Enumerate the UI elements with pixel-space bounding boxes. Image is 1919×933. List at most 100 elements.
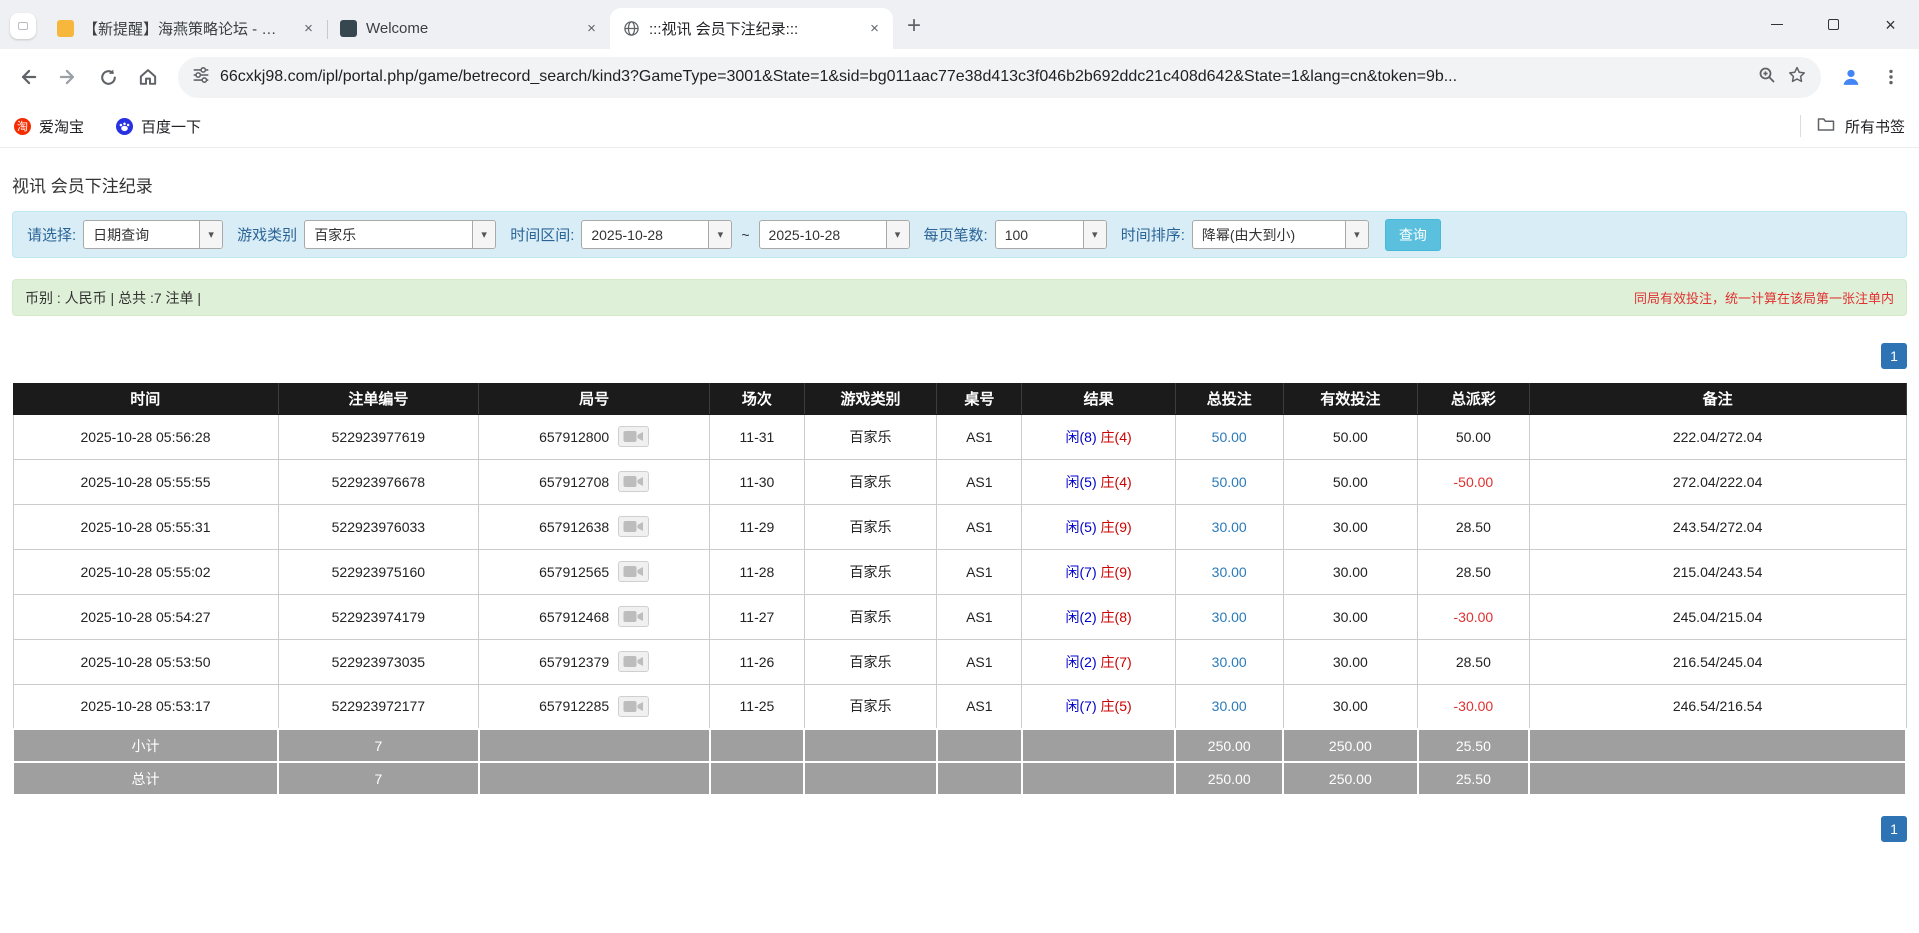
all-bookmarks[interactable]: 所有书签 bbox=[1800, 114, 1905, 138]
bookmark-baidu[interactable]: 百度一下 bbox=[116, 116, 201, 137]
cell-table-number: AS1 bbox=[937, 459, 1022, 504]
empty-cell bbox=[937, 762, 1022, 795]
sort-select[interactable]: 降幂(由大到小) ▾ bbox=[1192, 220, 1369, 249]
home-button[interactable] bbox=[130, 59, 166, 95]
column-header: 有效投注 bbox=[1283, 383, 1417, 414]
cell-remark: 243.54/272.04 bbox=[1529, 504, 1906, 549]
video-replay-icon[interactable] bbox=[618, 516, 649, 537]
video-replay-icon[interactable] bbox=[618, 651, 649, 672]
cell-time: 2025-10-28 05:54:27 bbox=[13, 594, 278, 639]
total-bet-link[interactable]: 30.00 bbox=[1212, 609, 1247, 625]
reload-button[interactable] bbox=[90, 59, 126, 95]
tab-welcome[interactable]: Welcome × bbox=[327, 8, 610, 49]
page-number-button[interactable]: 1 bbox=[1881, 343, 1907, 369]
date-to-select[interactable]: 2025-10-28 ▾ bbox=[759, 220, 910, 249]
total-bet-link[interactable]: 30.00 bbox=[1212, 564, 1247, 580]
cell-result: 闲(5) 庄(9) bbox=[1022, 504, 1175, 549]
new-tab-button[interactable]: + bbox=[897, 9, 931, 43]
cell-remark: 246.54/216.54 bbox=[1529, 684, 1906, 729]
empty-cell bbox=[1529, 762, 1906, 795]
tab-search-button[interactable] bbox=[10, 13, 36, 39]
cell-session: 11-27 bbox=[710, 594, 805, 639]
game-type-select[interactable]: 百家乐 ▾ bbox=[304, 220, 496, 249]
browser-window: 【新提醒】海燕策略论坛 - 综合 × Welcome × :::视讯 会员下注纪… bbox=[0, 0, 1919, 148]
chevron-down-icon[interactable]: ▾ bbox=[886, 221, 909, 248]
tab-bet-records[interactable]: :::视讯 会员下注纪录::: × bbox=[610, 8, 893, 49]
bookmark-aitaobao[interactable]: 淘 爱淘宝 bbox=[14, 116, 84, 137]
tab-forum[interactable]: 【新提醒】海燕策略论坛 - 综合 × bbox=[44, 8, 327, 49]
welcome-favicon-icon bbox=[340, 20, 357, 37]
cell-time: 2025-10-28 05:55:55 bbox=[13, 459, 278, 504]
cell-total-bet: 50.00 bbox=[1175, 414, 1283, 459]
total-bet-link[interactable]: 50.00 bbox=[1212, 429, 1247, 445]
cell-time: 2025-10-28 05:55:31 bbox=[13, 504, 278, 549]
chevron-down-icon[interactable]: ▾ bbox=[1083, 221, 1106, 248]
cell-valid-bet: 50.00 bbox=[1283, 459, 1417, 504]
table-row: 2025-10-28 05:55:31 522923976033 6579126… bbox=[13, 504, 1906, 549]
bookmark-star-icon[interactable] bbox=[1787, 65, 1807, 90]
taobao-icon: 淘 bbox=[14, 118, 31, 135]
result-player: 闲(7) bbox=[1066, 564, 1097, 580]
column-header: 备注 bbox=[1529, 383, 1906, 414]
menu-icon[interactable] bbox=[1873, 59, 1909, 95]
cell-time: 2025-10-28 05:53:50 bbox=[13, 639, 278, 684]
column-header: 注单编号 bbox=[278, 383, 479, 414]
video-replay-icon[interactable] bbox=[618, 471, 649, 492]
empty-cell bbox=[479, 729, 710, 762]
empty-cell bbox=[710, 762, 805, 795]
video-replay-icon[interactable] bbox=[618, 426, 649, 447]
cell-bet-number: 522923977619 bbox=[278, 414, 479, 459]
currency-summary: 币别 : 人民币 | 总共 :7 注单 | bbox=[25, 288, 201, 308]
total-bet-link[interactable]: 30.00 bbox=[1212, 519, 1247, 535]
video-replay-icon[interactable] bbox=[618, 606, 649, 627]
back-button[interactable] bbox=[10, 59, 46, 95]
per-page-select[interactable]: 100 ▾ bbox=[995, 220, 1107, 249]
date-from-select[interactable]: 2025-10-28 ▾ bbox=[581, 220, 732, 249]
cell-total-bet: 50.00 bbox=[1175, 459, 1283, 504]
cell-round-number: 657912800 bbox=[479, 414, 710, 459]
date-to-value: 2025-10-28 bbox=[760, 221, 886, 248]
video-replay-icon[interactable] bbox=[618, 696, 649, 717]
cell-session: 11-31 bbox=[710, 414, 805, 459]
url-text[interactable]: 66cxkj98.com/ipl/portal.php/game/betreco… bbox=[220, 68, 1747, 86]
tab-close-icon[interactable]: × bbox=[864, 18, 885, 39]
tab-close-icon[interactable]: × bbox=[298, 18, 319, 39]
cell-payout: 28.50 bbox=[1418, 504, 1530, 549]
cell-table-number: AS1 bbox=[937, 549, 1022, 594]
chevron-down-icon[interactable]: ▾ bbox=[472, 221, 495, 248]
forward-button[interactable] bbox=[50, 59, 86, 95]
chevron-down-icon[interactable]: ▾ bbox=[1345, 221, 1368, 248]
address-bar[interactable]: 66cxkj98.com/ipl/portal.php/game/betreco… bbox=[178, 57, 1821, 98]
cell-session: 11-30 bbox=[710, 459, 805, 504]
total-bet-link[interactable]: 30.00 bbox=[1212, 698, 1247, 714]
window-controls: × bbox=[1748, 0, 1919, 49]
total-bet-link[interactable]: 50.00 bbox=[1212, 474, 1247, 490]
page-number-button[interactable]: 1 bbox=[1881, 816, 1907, 842]
cell-table-number: AS1 bbox=[937, 504, 1022, 549]
cell-bet-number: 522923975160 bbox=[278, 549, 479, 594]
cell-bet-number: 522923972177 bbox=[278, 684, 479, 729]
close-button[interactable]: × bbox=[1862, 0, 1919, 49]
game-type-value: 百家乐 bbox=[305, 221, 472, 248]
result-player: 闲(2) bbox=[1066, 654, 1097, 670]
profile-icon[interactable] bbox=[1833, 59, 1869, 95]
chevron-down-icon[interactable]: ▾ bbox=[708, 221, 731, 248]
total-bet-link[interactable]: 30.00 bbox=[1212, 654, 1247, 670]
cell-result: 闲(2) 庄(7) bbox=[1022, 639, 1175, 684]
tab-close-icon[interactable]: × bbox=[581, 18, 602, 39]
result-player: 闲(5) bbox=[1066, 519, 1097, 535]
column-header: 总投注 bbox=[1175, 383, 1283, 414]
close-icon: × bbox=[1885, 16, 1896, 34]
minimize-button[interactable] bbox=[1748, 0, 1805, 49]
tab-title: Welcome bbox=[366, 20, 572, 37]
video-replay-icon[interactable] bbox=[618, 561, 649, 582]
chevron-down-icon[interactable]: ▾ bbox=[199, 221, 222, 248]
maximize-button[interactable] bbox=[1805, 0, 1862, 49]
column-header: 局号 bbox=[479, 383, 710, 414]
cell-game-type: 百家乐 bbox=[804, 684, 937, 729]
search-button[interactable]: 查询 bbox=[1385, 219, 1441, 251]
zoom-icon[interactable] bbox=[1757, 65, 1777, 90]
site-info-icon[interactable] bbox=[192, 66, 210, 89]
query-type-select[interactable]: 日期查询 ▾ bbox=[83, 220, 223, 249]
cell-result: 闲(7) 庄(5) bbox=[1022, 684, 1175, 729]
